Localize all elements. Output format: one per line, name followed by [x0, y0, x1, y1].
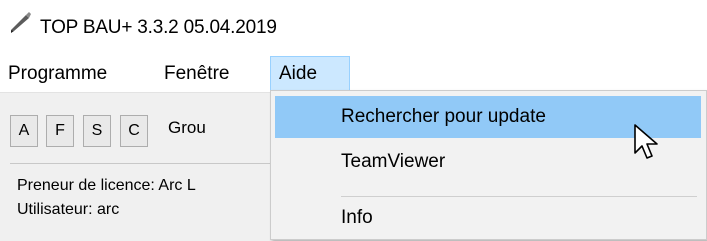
group-label: Grou: [168, 118, 206, 137]
menu-bar: Programme Fenêtre Aide: [0, 56, 707, 92]
toolbar-button-f[interactable]: F: [46, 115, 74, 147]
menu-item-info[interactable]: Info: [275, 197, 701, 239]
pen-app-icon: [11, 12, 31, 33]
mouse-cursor-icon: [634, 124, 658, 159]
divider: [10, 163, 272, 164]
aide-dropdown-menu: Rechercher pour update TeamViewer Info: [270, 90, 707, 240]
menu-programme[interactable]: Programme: [0, 56, 115, 92]
licensee-text: Preneur de licence: Arc L: [17, 177, 196, 194]
title-bar: TOP BAU+ 3.3.2 05.04.2019: [0, 0, 707, 56]
toolbar-button-s[interactable]: S: [83, 115, 111, 147]
window-title: TOP BAU+ 3.3.2 05.04.2019: [40, 17, 277, 38]
user-text: Utilisateur: arc: [17, 201, 120, 218]
toolbar-button-c[interactable]: C: [120, 115, 148, 147]
toolbar-button-a[interactable]: A: [10, 115, 38, 147]
menu-aide[interactable]: Aide: [270, 56, 350, 92]
menu-fenetre[interactable]: Fenêtre: [156, 56, 237, 92]
